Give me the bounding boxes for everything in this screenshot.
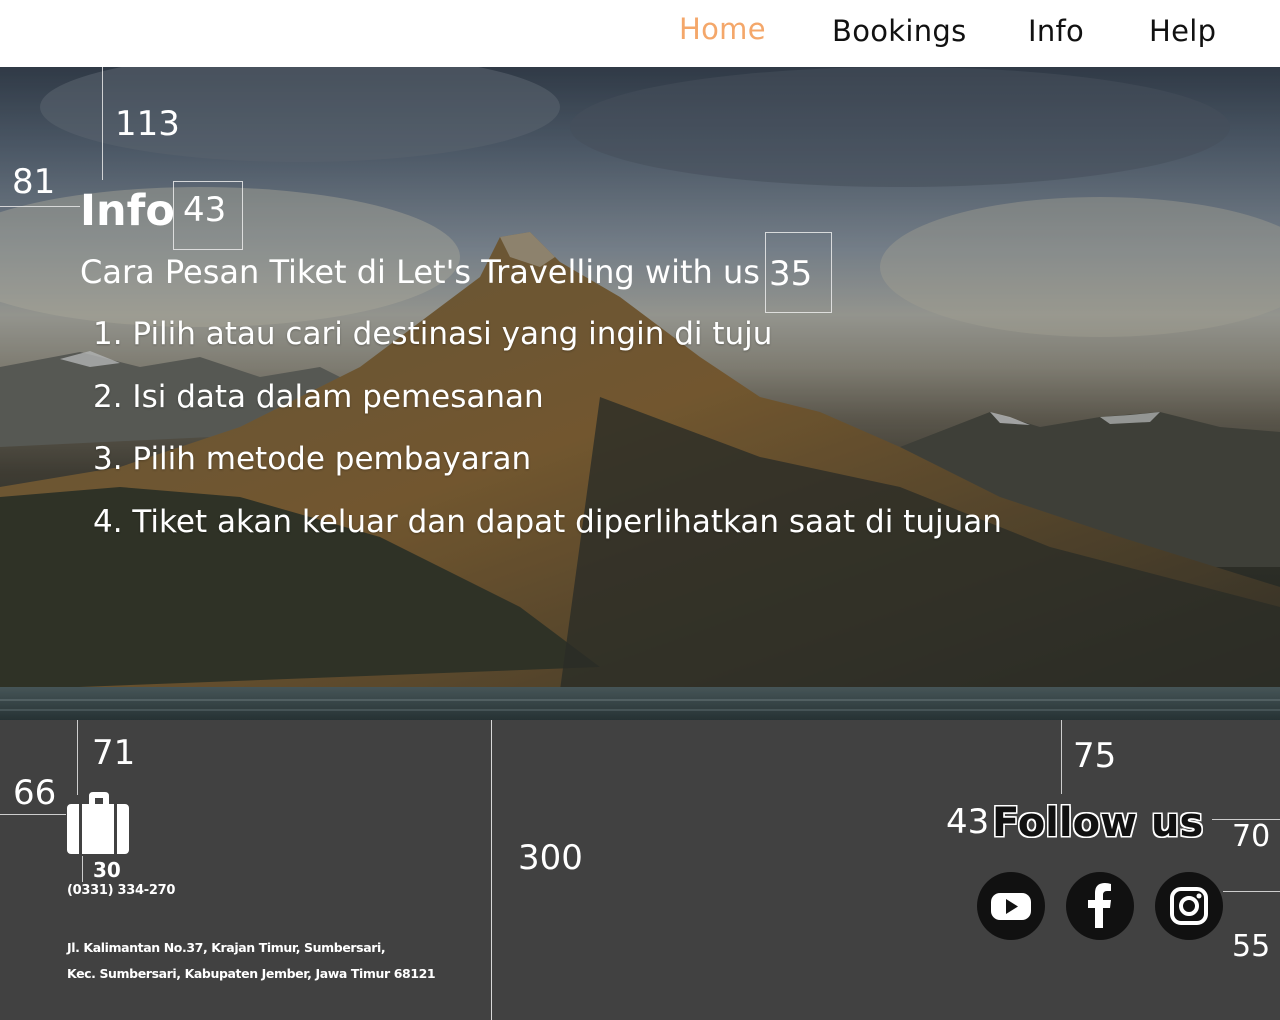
- follow-us-heading: Follow us: [992, 800, 1204, 846]
- instagram-icon[interactable]: [1155, 872, 1223, 940]
- measure-label: 43: [946, 802, 990, 842]
- guide-line: [1223, 891, 1280, 892]
- guide-line: [1061, 720, 1062, 794]
- nav-info[interactable]: Info: [1028, 14, 1084, 48]
- measure-label: 81: [12, 162, 56, 202]
- measure-label: 30: [93, 858, 121, 882]
- phone-number: (0331) 334-270: [67, 883, 176, 898]
- list-item: 4. Tiket akan keluar dan dapat diperliha…: [93, 504, 1002, 541]
- steps-list: 1. Pilih atau cari destinasi yang ingin …: [93, 315, 1002, 566]
- measure-label: 75: [1073, 736, 1117, 776]
- list-item: 3. Pilih metode pembayaran: [93, 441, 532, 478]
- guide-line: [82, 856, 83, 882]
- navbar: Home Bookings Info Help: [0, 0, 1280, 67]
- subtitle: Cara Pesan Tiket di Let's Travelling wit…: [80, 253, 760, 291]
- measure-label: 35: [769, 254, 813, 294]
- guide-line: [77, 720, 78, 795]
- nav-bookings[interactable]: Bookings: [832, 14, 967, 48]
- measure-label: 43: [183, 190, 227, 230]
- list-item: 1. Pilih atau cari destinasi yang ingin …: [93, 316, 773, 352]
- guide-line: [102, 67, 103, 180]
- list-item: 2. Isi data dalam pemesanan: [93, 378, 544, 415]
- footer-divider: [491, 720, 492, 1020]
- nav-help[interactable]: Help: [1149, 14, 1216, 48]
- measure-label: 70: [1232, 819, 1271, 854]
- measure-label: 300: [518, 838, 583, 878]
- page-title: Info: [80, 186, 175, 236]
- footer: 71 66 30 (0331) 334-270 Jl. Kalimantan N…: [0, 720, 1280, 1020]
- address-line: Kec. Sumbersari, Kabupaten Jember, Jawa …: [67, 966, 436, 981]
- nav-home[interactable]: Home: [679, 12, 766, 46]
- measure-label: 113: [115, 104, 180, 144]
- hero-section: 113 81 Info 43 Cara Pesan Tiket di Let's…: [0, 67, 1280, 720]
- guide-line: [0, 814, 66, 815]
- address-line: Jl. Kalimantan No.37, Krajan Timur, Sumb…: [67, 940, 386, 955]
- suitcase-icon: [67, 792, 131, 854]
- facebook-icon[interactable]: [1066, 872, 1134, 940]
- guide-line: [0, 206, 80, 207]
- measure-label: 55: [1232, 929, 1271, 964]
- measure-label: 71: [92, 733, 136, 773]
- youtube-icon[interactable]: [977, 872, 1045, 940]
- measure-label: 66: [13, 773, 57, 813]
